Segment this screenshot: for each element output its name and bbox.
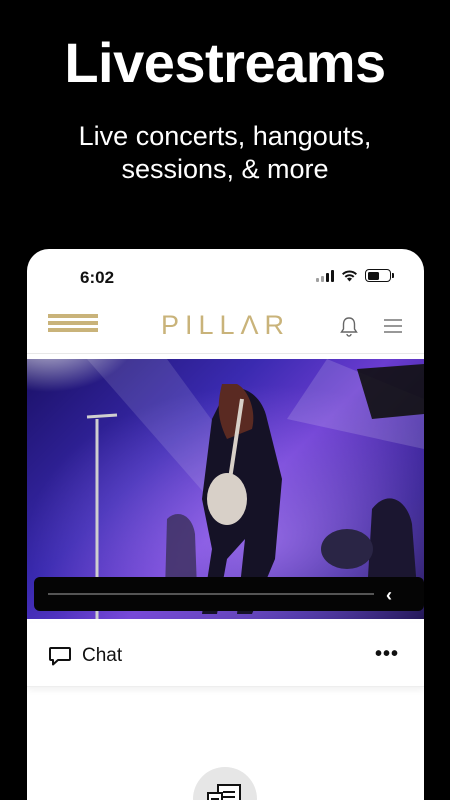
- chat-bar[interactable]: Chat •••: [27, 623, 424, 687]
- brand-logo[interactable]: PILLΛR: [27, 310, 424, 341]
- empty-state-icon: [193, 767, 257, 800]
- bell-icon[interactable]: [339, 316, 359, 338]
- player-controls: ‹: [34, 577, 424, 611]
- status-icons: [316, 269, 394, 282]
- chat-bubble-icon[interactable]: [48, 645, 72, 667]
- promo-title: Livestreams: [64, 31, 386, 94]
- menu-icon[interactable]: [383, 318, 403, 334]
- livestream-video[interactable]: ‹: [27, 359, 424, 619]
- battery-icon: [365, 269, 394, 282]
- chat-label[interactable]: Chat: [82, 645, 122, 667]
- document-icon: [207, 784, 241, 800]
- signal-icon: [316, 269, 334, 282]
- status-time: 6:02: [80, 268, 115, 287]
- promo-subtitle: Live concerts, hangouts, sessions, & mor…: [78, 121, 372, 184]
- status-bar: 6:02: [27, 249, 424, 299]
- more-icon[interactable]: •••: [375, 643, 399, 666]
- phone-screen: 6:02 PILLΛR ‹ Chat •••: [27, 249, 424, 800]
- app-bar: PILLΛR: [27, 304, 424, 354]
- wifi-icon: [342, 270, 357, 282]
- progress-bar[interactable]: [48, 593, 374, 595]
- collapse-chevron-icon[interactable]: ‹: [386, 585, 392, 606]
